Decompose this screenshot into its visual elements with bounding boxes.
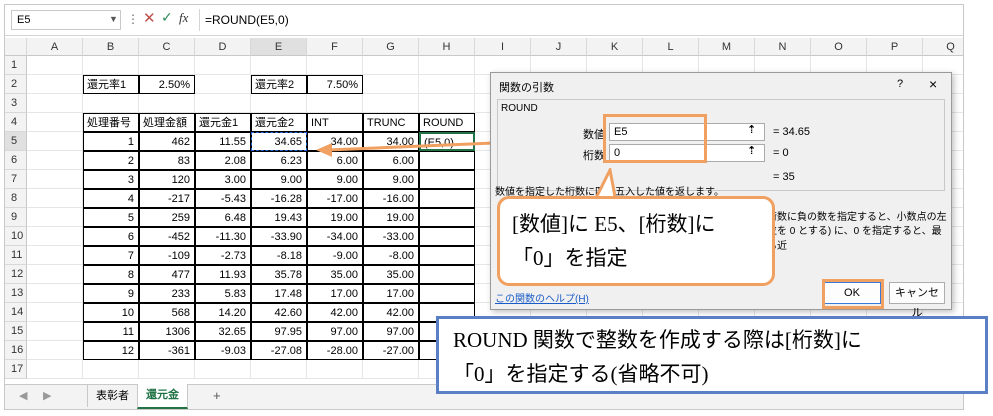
arg-description-2: 位を 0 とする) に、0 を指定すると、最も近	[767, 226, 942, 252]
callout-line-1: [数値]に E5、[桁数]に	[512, 212, 716, 236]
note-box: ROUND 関数で整数を作成する際は[桁数]に 「0」を指定する(省略不可)	[436, 316, 988, 394]
arg2-label: 桁数	[583, 150, 605, 162]
callout-line-2: 「0」を指定	[512, 246, 628, 270]
function-help-link[interactable]: この関数のヘルプ(H)	[495, 290, 589, 305]
arrow-head	[316, 143, 332, 157]
collapse-dialog-icon[interactable]: ⇡	[747, 144, 756, 157]
cancel-button[interactable]: キャンセル	[889, 282, 945, 319]
note-line-2: 「0」を指定する(省略不可)	[453, 362, 709, 386]
dialog-title: 関数の引数	[499, 82, 554, 94]
arg1-result: = 34.65	[773, 126, 811, 138]
collapse-dialog-icon[interactable]: ⇡	[747, 123, 756, 136]
help-icon[interactable]: ?	[897, 78, 903, 90]
formula-result: = 35	[773, 171, 795, 183]
arg1-label: 数値	[583, 129, 605, 141]
ok-highlight	[822, 279, 884, 309]
arg-description-1: 桁数に負の数を指定すると、小数点の左	[767, 212, 947, 223]
close-icon[interactable]: ×	[929, 76, 937, 92]
callout-instruction: [数値]に E5、[桁数]に 「0」を指定	[497, 196, 775, 286]
arg2-result: = 0	[773, 147, 789, 159]
note-line-1: ROUND 関数で整数を作成する際は[桁数]に	[453, 328, 862, 352]
function-name: ROUND	[501, 103, 538, 114]
input-highlight	[603, 114, 707, 163]
